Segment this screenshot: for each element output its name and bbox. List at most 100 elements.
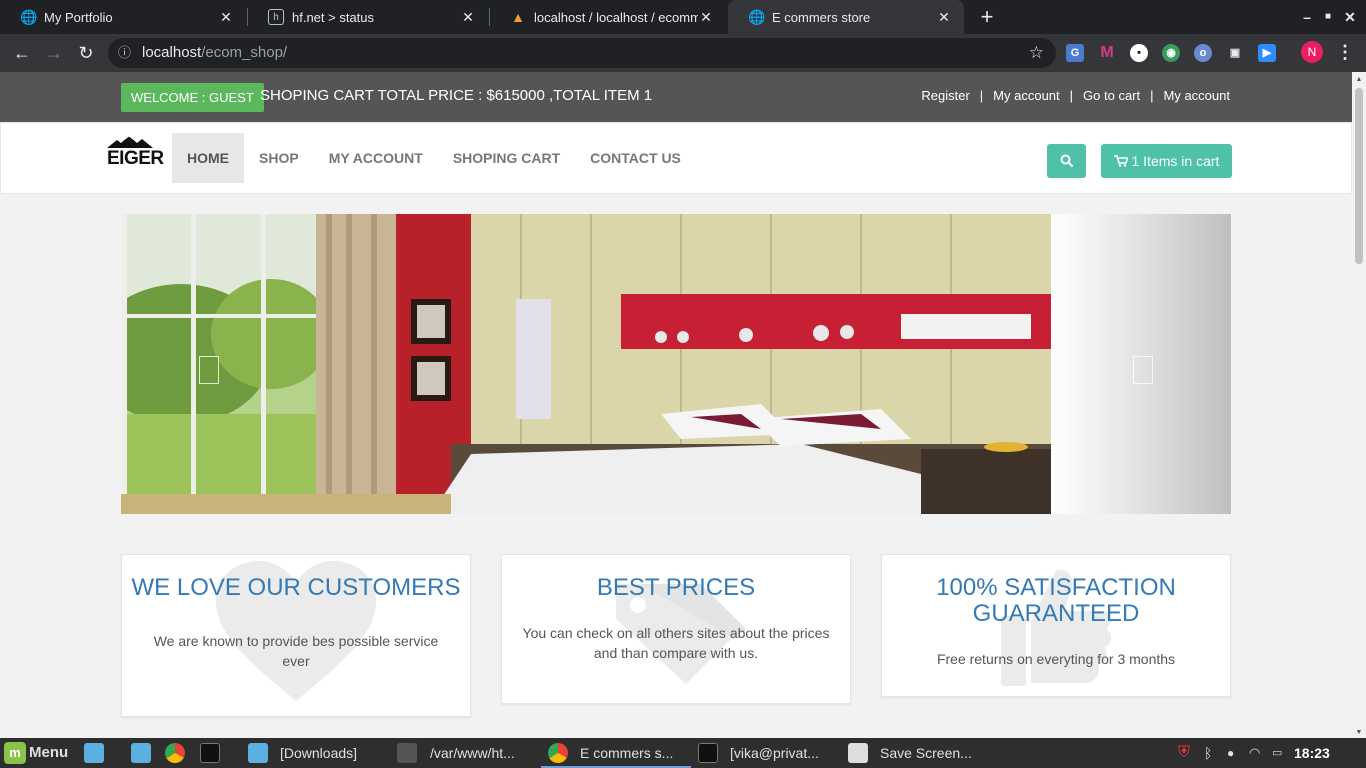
- folder-launcher-icon[interactable]: [84, 743, 104, 763]
- wifi-icon[interactable]: ◠: [1249, 738, 1260, 768]
- tab-hf-status[interactable]: h hf.net > status ✕: [248, 0, 488, 34]
- menu-item-shop[interactable]: SHOP: [244, 133, 314, 183]
- cart-button-label: 1 Items in cart: [1131, 153, 1220, 169]
- scroll-up-arrow-icon[interactable]: ▲: [1355, 76, 1363, 83]
- tab-ecommers-store[interactable]: 🌐 E commers store ✕: [728, 0, 964, 34]
- my-account-link[interactable]: My account: [993, 88, 1059, 103]
- feature-title: BEST PRICES: [596, 574, 756, 601]
- os-taskbar: m Menu [Downloads] /var/www/ht... E comme…: [0, 738, 1366, 768]
- taskbar-window-var-www[interactable]: /var/www/ht...: [430, 738, 515, 768]
- taskbar-window-ecommers[interactable]: E commers s...: [541, 738, 691, 768]
- site-info-icon[interactable]: ⓘ: [118, 38, 131, 68]
- search-icon: [1060, 154, 1073, 168]
- scroll-down-arrow-icon[interactable]: ▼: [1355, 729, 1363, 736]
- carousel-prev-control[interactable]: [199, 356, 219, 384]
- tab-title: hf.net > status: [292, 9, 375, 25]
- site-logo[interactable]: EIGER: [107, 135, 164, 169]
- close-icon[interactable]: ✕: [936, 9, 952, 26]
- taskbar-window-save-screen[interactable]: Save Screen...: [880, 738, 972, 768]
- mint-logo-icon: m: [4, 742, 26, 765]
- close-icon[interactable]: ✕: [698, 9, 714, 26]
- close-window-icon[interactable]: ✕: [1339, 0, 1361, 34]
- hf-icon: h: [268, 9, 284, 25]
- cube-extension-icon[interactable]: ▣: [1226, 44, 1244, 62]
- feature-boxes: WE LOVE OUR CUSTOMERS We are known to pr…: [121, 554, 1231, 724]
- tab-phpmyadmin[interactable]: ▲ localhost / localhost / ecommer ✕: [490, 0, 726, 34]
- maximize-icon[interactable]: ■: [1317, 0, 1339, 34]
- page-scrollbar[interactable]: ▲ ▼: [1352, 72, 1366, 738]
- close-icon[interactable]: ✕: [218, 9, 234, 26]
- carousel-next-control[interactable]: [1133, 356, 1153, 384]
- main-navbar: EIGER HOME SHOP MY ACCOUNT SHOPING CART …: [0, 122, 1352, 194]
- register-link[interactable]: Register: [921, 88, 969, 103]
- phpmyadmin-icon: ▲: [511, 9, 525, 25]
- search-button[interactable]: [1047, 144, 1086, 178]
- translate-extension-icon[interactable]: G: [1066, 44, 1084, 62]
- menu-item-contact-us[interactable]: CONTACT US: [575, 133, 696, 183]
- menu-item-home[interactable]: HOME: [172, 133, 244, 183]
- top-info-bar: WELCOME : GUEST SHOPING CART TOTAL PRICE…: [0, 72, 1352, 122]
- terminal-launcher-icon[interactable]: [200, 743, 220, 763]
- taskbar-window-downloads[interactable]: [Downloads]: [280, 738, 357, 768]
- scrollbar-thumb[interactable]: [1355, 88, 1363, 264]
- profile-avatar[interactable]: N: [1301, 41, 1323, 63]
- welcome-badge: WELCOME : GUEST: [121, 83, 264, 112]
- user-status-icon[interactable]: ●: [1227, 738, 1234, 768]
- feature-box-satisfaction: 100% SATISFACTION GUARANTEED Free return…: [881, 554, 1231, 697]
- globe-icon: 🌐: [20, 9, 38, 25]
- separator: |: [1069, 88, 1074, 103]
- bookmark-star-icon[interactable]: ☆: [1029, 38, 1044, 68]
- address-bar[interactable]: ⓘ localhost/ecom_shop/ ☆: [108, 38, 1056, 68]
- owl-extension-icon[interactable]: o: [1194, 44, 1212, 62]
- start-menu-button[interactable]: m Menu: [4, 738, 68, 768]
- shopping-cart-icon: [1113, 155, 1129, 167]
- clock: 18:23: [1294, 745, 1330, 761]
- bedroom-slide-image: [121, 214, 1051, 514]
- chrome-launcher-icon[interactable]: [165, 743, 185, 763]
- mountain-icon: [107, 135, 153, 148]
- hero-carousel: [121, 214, 1231, 514]
- battery-icon[interactable]: ▭: [1272, 738, 1282, 768]
- feature-title: 100% SATISFACTION GUARANTEED: [936, 574, 1176, 627]
- page-viewport: WELCOME : GUEST SHOPING CART TOTAL PRICE…: [0, 72, 1352, 738]
- browser-tab-strip: 🌐 My Portfolio ✕ h hf.net > status ✕ ▲ l…: [0, 0, 1366, 34]
- reload-icon[interactable]: ↻: [73, 40, 99, 66]
- minimize-icon[interactable]: –: [1296, 0, 1318, 34]
- separator: |: [979, 88, 984, 103]
- shield-icon[interactable]: ⛨: [1178, 738, 1190, 768]
- tab-my-portfolio[interactable]: 🌐 My Portfolio ✕: [0, 0, 246, 34]
- face-extension-icon[interactable]: •: [1130, 44, 1148, 62]
- cart-summary: SHOPING CART TOTAL PRICE : $615000 ,TOTA…: [260, 87, 653, 104]
- tab-title: E commers store: [772, 9, 871, 25]
- cart-button[interactable]: 1 Items in cart: [1101, 144, 1232, 178]
- top-links: Register | My account | Go to cart | My …: [921, 88, 1230, 103]
- tab-title: localhost / localhost / ecommer: [534, 9, 698, 25]
- url-host: localhost: [142, 44, 202, 61]
- globe-icon: 🌐: [748, 9, 766, 25]
- bluetooth-icon[interactable]: ᛒ: [1204, 738, 1212, 768]
- back-icon[interactable]: ←: [9, 40, 35, 66]
- browser-menu-icon[interactable]: ⋮: [1336, 40, 1354, 64]
- earth-extension-icon[interactable]: ◉: [1162, 44, 1180, 62]
- zoom-extension-icon[interactable]: ▶: [1258, 44, 1276, 62]
- new-tab-button[interactable]: +: [976, 4, 998, 30]
- tab-title: My Portfolio: [44, 9, 113, 25]
- my-account-link-2[interactable]: My account: [1164, 88, 1230, 103]
- m-extension-icon[interactable]: M: [1098, 44, 1116, 62]
- feature-title: WE LOVE OUR CUSTOMERS: [131, 574, 461, 601]
- editor-icon: [397, 743, 417, 763]
- files-launcher-icon[interactable]: [131, 743, 151, 763]
- separator: |: [1150, 88, 1154, 103]
- go-to-cart-link[interactable]: Go to cart: [1083, 88, 1140, 103]
- feature-text: We are known to provide bes possible ser…: [153, 633, 439, 669]
- menu-item-my-account[interactable]: MY ACCOUNT: [314, 133, 438, 183]
- taskbar-window-vika[interactable]: [vika@privat...: [730, 738, 819, 768]
- menu-label: Menu: [29, 744, 69, 761]
- close-icon[interactable]: ✕: [460, 9, 476, 26]
- logo-text: EIGER: [107, 148, 164, 169]
- main-menu: HOME SHOP MY ACCOUNT SHOPING CART CONTAC…: [172, 133, 696, 183]
- screenshot-icon: [848, 743, 868, 763]
- menu-item-shoping-cart[interactable]: SHOPING CART: [438, 133, 575, 183]
- folder-icon: [248, 743, 268, 763]
- forward-icon[interactable]: →: [41, 40, 67, 66]
